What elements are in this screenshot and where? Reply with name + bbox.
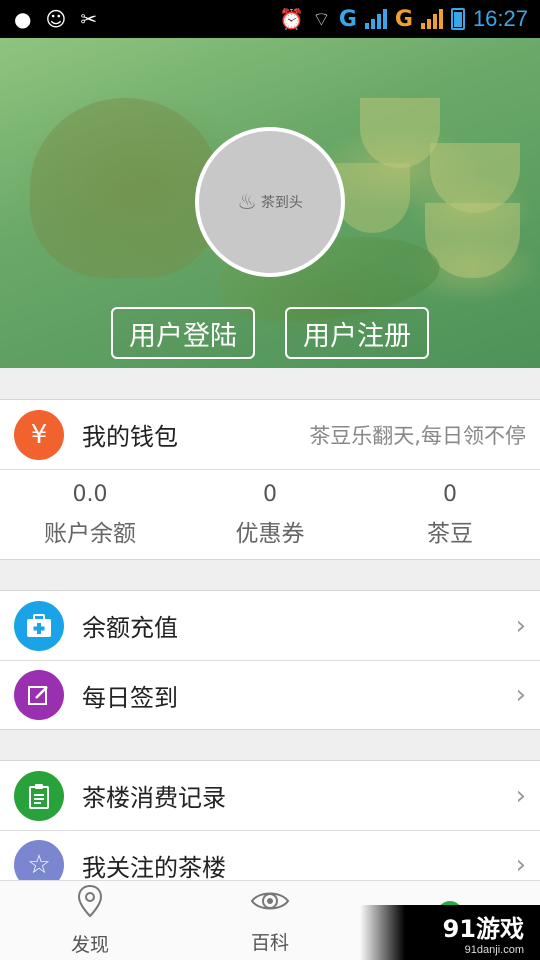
network-type-1: G xyxy=(338,6,357,32)
location-pin-icon xyxy=(77,884,103,926)
signal-icon-2 xyxy=(420,9,443,29)
stat-tea-beans[interactable]: 0 茶豆 xyxy=(360,470,540,559)
coupons-value: 0 xyxy=(263,482,277,507)
tea-beans-value: 0 xyxy=(443,482,457,507)
yen-icon: ¥ xyxy=(14,409,64,460)
balance-label: 账户余额 xyxy=(44,521,136,547)
wallet-title: 我的钱包 xyxy=(82,423,178,451)
nav-encyclopedia[interactable]: 百科 xyxy=(180,881,360,960)
signal-icon xyxy=(364,9,387,29)
chevron-right-icon: › xyxy=(515,780,526,811)
stat-balance[interactable]: 0.0 账户余额 xyxy=(0,470,180,559)
clipboard-icon xyxy=(14,770,64,821)
face-notification-icon: ☺ xyxy=(45,7,67,31)
nav-discover[interactable]: 发现 xyxy=(0,881,180,960)
wallet-tagline: 茶豆乐翻天,每日领不停 xyxy=(309,423,526,448)
status-time: 16:27 xyxy=(472,6,528,31)
list-item-recharge[interactable]: 余额充值 › xyxy=(0,591,540,660)
watermark-subtitle: 91danji.com xyxy=(464,944,524,956)
app-notification-icon: ● xyxy=(14,7,32,31)
eye-icon xyxy=(250,886,290,924)
list-item-label: 我关注的茶楼 xyxy=(82,853,226,882)
teacup-background-image xyxy=(335,163,410,233)
alarm-icon: ⏰ xyxy=(279,7,304,31)
login-button[interactable]: 用户登陆 xyxy=(111,307,255,359)
wallet-stats: 0.0 账户余额 0 优惠券 0 茶豆 xyxy=(0,469,540,559)
edit-icon xyxy=(14,670,64,720)
chevron-right-icon: › xyxy=(515,850,526,880)
list-item-consumption-records[interactable]: 茶楼消费记录 › xyxy=(0,761,540,830)
nav-label: 百科 xyxy=(250,932,289,954)
battery-icon xyxy=(450,8,465,30)
list-item-label: 每日签到 xyxy=(82,683,178,712)
app-logo: ♨ 茶到头 xyxy=(237,189,303,215)
chevron-right-icon: › xyxy=(515,680,526,710)
register-button[interactable]: 用户注册 xyxy=(285,307,429,359)
list-item-daily-checkin[interactable]: 每日签到 › xyxy=(0,660,540,729)
stat-coupons[interactable]: 0 优惠券 xyxy=(180,470,360,559)
watermark: 91游戏 91danji.com xyxy=(360,905,540,960)
profile-header-banner: ♨ 茶到头 用户登陆 用户注册 xyxy=(0,38,540,368)
network-type-2: G xyxy=(394,6,413,32)
tea-beans-label: 茶豆 xyxy=(427,521,473,547)
status-bar: ● ☺ ✂ ⏰ ⌔ G G 16:27 xyxy=(0,0,540,38)
wifi-icon: ⌔ xyxy=(312,6,331,31)
avatar[interactable]: ♨ 茶到头 xyxy=(195,127,345,277)
list-item-label: 茶楼消费记录 xyxy=(82,784,226,812)
chevron-right-icon: › xyxy=(515,610,526,641)
teacup-background-image xyxy=(360,98,440,168)
list-item-label: 余额充值 xyxy=(82,614,178,642)
wallet-section: ¥ 我的钱包 茶豆乐翻天,每日领不停 0.0 账户余额 0 优惠券 0 茶豆 xyxy=(0,399,540,560)
wallet-row[interactable]: ¥ 我的钱包 茶豆乐翻天,每日领不停 xyxy=(0,400,540,469)
coupons-label: 优惠券 xyxy=(235,521,305,547)
balance-value: 0.0 xyxy=(72,482,108,507)
teapot-background-image xyxy=(30,98,220,278)
watermark-title: 91游戏 xyxy=(442,915,524,943)
records-section: 茶楼消费记录 › ☆ 我关注的茶楼 › xyxy=(0,760,540,900)
logo-mark-icon: ♨ xyxy=(237,189,257,215)
medkit-icon xyxy=(14,600,64,651)
nav-label: 发现 xyxy=(70,934,109,956)
scissors-icon: ✂ xyxy=(80,7,98,31)
services-section: 余额充值 › 每日签到 › xyxy=(0,590,540,730)
